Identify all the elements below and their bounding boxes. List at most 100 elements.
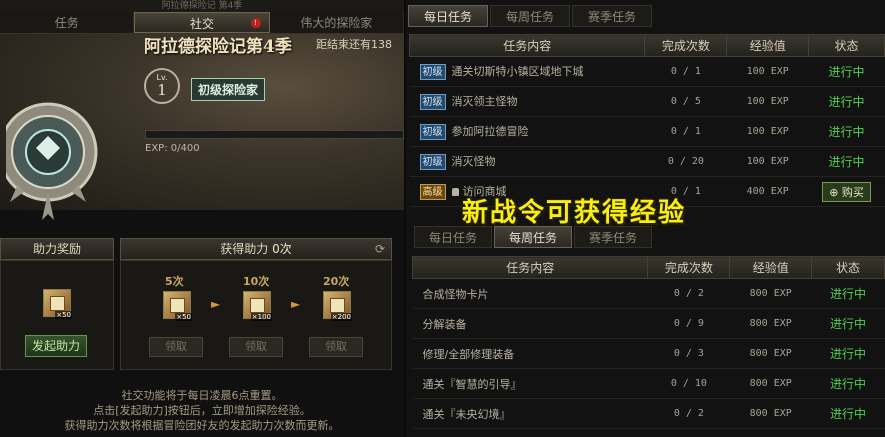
mission-progress: 0 / 2 [647,278,730,309]
lock-icon [451,188,459,196]
column-header: 经验值 [729,256,813,279]
assist-gain-count: 0次 [272,242,292,256]
assist-gain-header: 获得助力 0次 ⟳ [120,238,392,260]
column-header: 完成次数 [644,34,728,57]
mission-exp: 800 EXP [729,338,812,369]
mission-status: 进行中 [811,278,885,309]
tab-social-badge: ! [250,18,261,28]
scroll-icon [330,298,345,313]
table-row: 合成怪物卡片 0 / 2 800 EXP 进行中 [412,278,885,309]
table-row: 初级 消灭领主怪物 0 / 5 100 EXP 进行中 [409,86,885,117]
mission-tab-bar-bottom: 每日任务 每周任务 赛季任务 [414,226,652,248]
scroll-icon [250,298,265,313]
mission-name: 消灭怪物 [451,155,496,168]
mission-status: 进行中 [808,146,885,177]
table-row: 初级 通关切斯特小镇区域地下城 0 / 1 100 EXP 进行中 [409,56,885,87]
tier-label: 5次 [165,275,184,288]
assist-gain-label: 获得助力 [220,242,269,256]
tier-reward-count: ×50 [175,313,192,321]
mission-progress: 0 / 9 [647,308,730,339]
buy-button[interactable]: ⊕ 购买 [822,181,871,202]
arrow-right-icon: ► [291,297,301,311]
reward-scroll-icon[interactable]: ×50 [43,289,72,319]
notice-line: 社交功能将于每日凌晨6点重置。 [121,389,283,402]
tier-reward-count: ×100 [250,313,272,321]
tier-label: 10次 [243,275,270,288]
table-row: 通关『智慧的引导』 0 / 10 800 EXP 进行中 [412,368,885,399]
tier-reward-icon[interactable]: ×100 [243,291,272,321]
mission-name: 分解装备 [412,308,648,339]
tab-season[interactable]: 赛季任务 [572,5,652,27]
launch-assist-button[interactable]: 发起助力 [25,335,87,357]
assist-gain-body: 5次 10次 20次 ×50 ► ×100 ► ×200 领取 领取 领取 [120,260,392,370]
level-indicator: Lv. 1 [144,68,180,104]
column-header: 状态 [811,256,885,279]
weekly-mission-table: 任务内容 完成次数 经验值 状态 合成怪物卡片 0 / 2 800 EXP 进行… [411,256,885,429]
season-title: 阿拉德探险记第4季 [144,37,292,57]
mission-exp: 800 EXP [729,398,812,429]
mission-exp: 100 EXP [726,86,809,117]
mission-name: 修理/全部修理装备 [412,338,648,369]
claim-button[interactable]: 领取 [229,337,283,357]
scroll-icon [50,296,65,311]
tab-weekly[interactable]: 每周任务 [494,226,572,248]
mission-status: 进行中 [808,56,885,87]
table-row: 分解装备 0 / 9 800 EXP 进行中 [412,308,885,339]
grade-badge: 初级 [419,154,446,170]
column-header: 状态 [808,34,885,57]
mission-progress: 0 / 1 [644,116,727,147]
mission-progress: 0 / 3 [647,338,730,369]
mission-exp: 400 EXP [726,176,809,207]
mission-status: 进行中 [808,86,885,117]
mission-name: 合成怪物卡片 [412,278,648,309]
tab-tasks[interactable]: 任务 [0,12,135,33]
mission-name: 消灭领主怪物 [451,95,518,108]
claim-button[interactable]: 领取 [309,337,363,357]
tab-great-explorer[interactable]: 伟大的探险家 [270,12,404,33]
exp-value: 0/400 [170,143,200,154]
table-row: 初级 消灭怪物 0 / 20 100 EXP 进行中 [409,146,885,177]
season-remaining-time: 距结束还有138 [316,38,392,51]
table-row: 修理/全部修理装备 0 / 3 800 EXP 进行中 [412,338,885,369]
grade-badge: 高级 [419,184,446,200]
season-emblem-icon [6,102,98,220]
mission-progress: 0 / 20 [644,146,727,177]
table-row: 初级 参加阿拉德冒险 0 / 1 100 EXP 进行中 [409,116,885,147]
tier-reward-icon[interactable]: ×50 [163,291,192,321]
cart-icon: ⊕ [829,185,839,199]
grade-badge: 初级 [419,64,446,80]
notice-line: 点击[发起助力]按钮后，立即增加探险经验。 [93,404,311,417]
column-header: 完成次数 [647,256,731,279]
column-header: 任务内容 [411,256,649,279]
tier-reward-count: ×200 [330,313,352,321]
tab-social[interactable]: 社交 ! [134,12,270,33]
exp-label: EXP: [145,143,168,154]
mission-exp: 100 EXP [726,116,809,147]
claim-button[interactable]: 领取 [149,337,203,357]
scroll-icon [170,298,185,313]
social-notice: 社交功能将于每日凌晨6点重置。 点击[发起助力]按钮后，立即增加探险经验。 获得… [0,388,404,433]
arrow-right-icon: ► [211,297,221,311]
refresh-icon[interactable]: ⟳ [375,239,385,259]
exp-progress-bar [145,130,404,139]
tier-label: 20次 [323,275,350,288]
tier-reward-icon[interactable]: ×200 [323,291,352,321]
table-row: 通关『未央幻境』 0 / 2 800 EXP 进行中 [412,398,885,429]
tab-daily[interactable]: 每日任务 [414,226,492,248]
tab-daily[interactable]: 每日任务 [408,5,488,27]
mission-progress: 0 / 1 [644,56,727,87]
tab-social-label: 社交 [189,17,214,31]
mission-name: 通关『智慧的引导』 [412,368,648,399]
assist-reward-header: 助力奖励 [0,238,114,260]
mission-status: 进行中 [811,308,885,339]
mission-name: 参加阿拉德冒险 [451,125,529,138]
season-panel: 阿拉德探险记 第4季 任务 社交 ! 伟大的探险家 阿拉德探险记第4季 距结束还… [0,0,404,437]
daily-mission-table: 任务内容 完成次数 经验值 状态 初级 通关切斯特小镇区域地下城 0 / 1 10… [408,34,885,207]
mission-exp: 800 EXP [729,308,812,339]
tab-weekly[interactable]: 每周任务 [490,5,570,27]
mission-progress: 0 / 5 [644,86,727,117]
buy-button-label: 购买 [841,185,864,199]
tab-season[interactable]: 赛季任务 [574,226,652,248]
mission-exp: 100 EXP [726,56,809,87]
grade-badge: 初级 [419,124,446,140]
